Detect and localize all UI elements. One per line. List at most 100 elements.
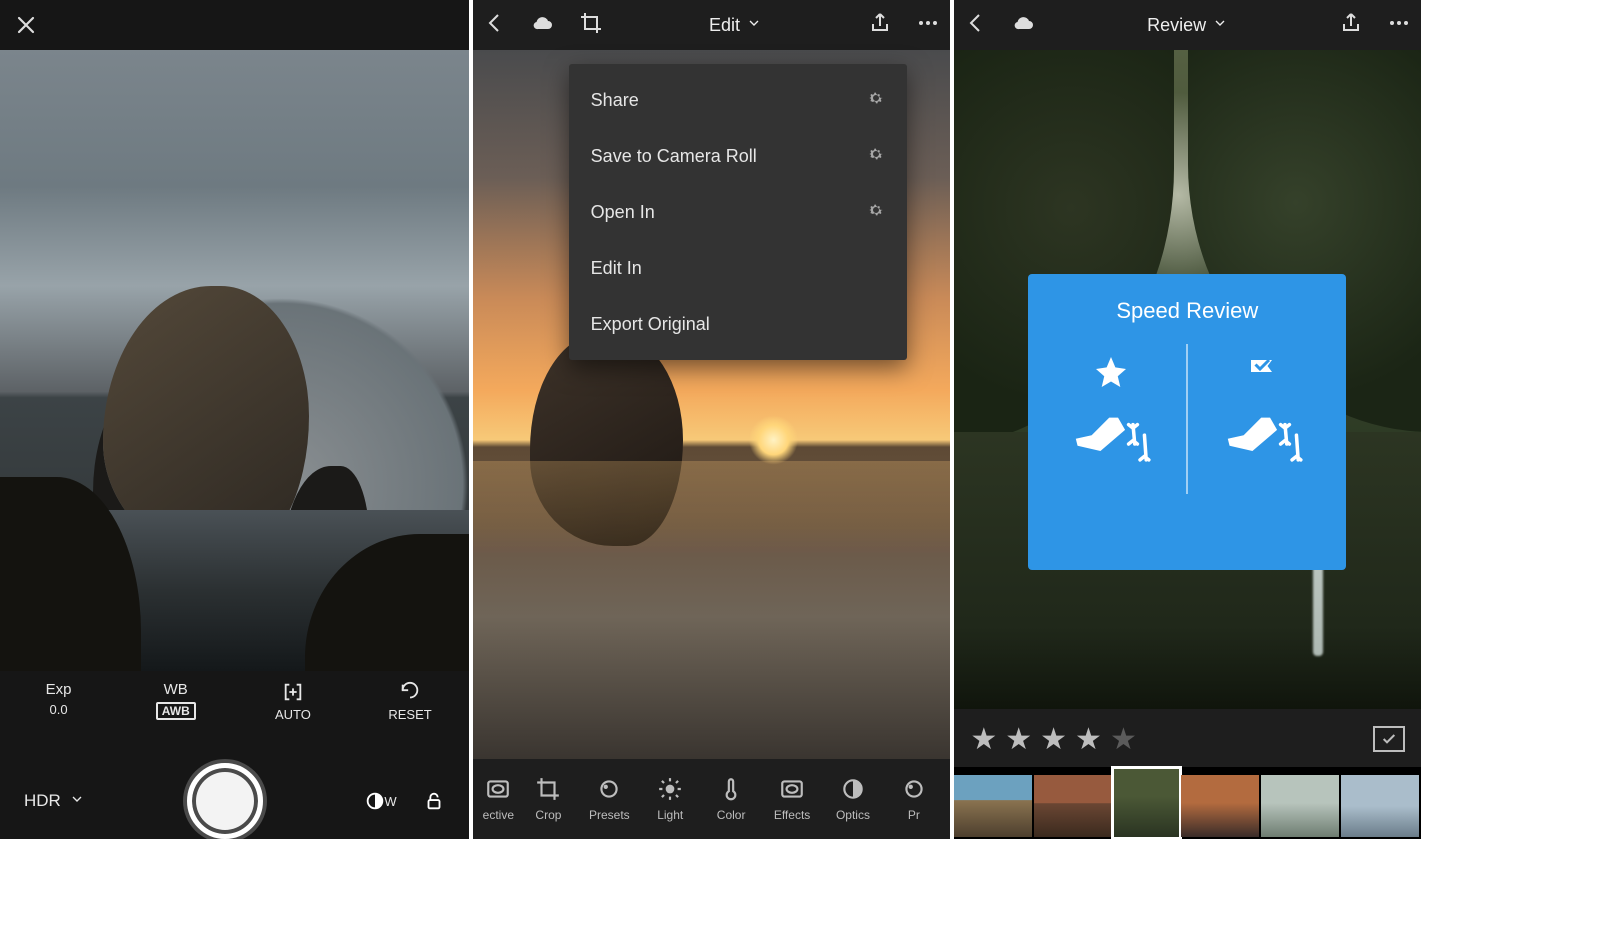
more-icon[interactable] [1387, 11, 1411, 40]
shutter-button[interactable] [187, 763, 263, 839]
tool-label: Optics [836, 808, 870, 822]
tool-icon [779, 776, 805, 802]
edit-tool[interactable]: Crop [518, 776, 579, 822]
star-icon[interactable]: ★ [970, 722, 997, 757]
tool-label: Presets [589, 808, 630, 822]
close-icon[interactable] [14, 13, 38, 37]
reset-label: RESET [388, 707, 431, 722]
gear-icon[interactable] [867, 89, 885, 112]
edit-screen: Edit Share Save to Camera Roll Open In Edit… [469, 0, 955, 839]
swipe-gesture-icon [1067, 408, 1155, 485]
edit-toolbar: ective Crop Presets Light Color Effects Optics… [473, 759, 951, 839]
share-menu: Share Save to Camera Roll Open In Edit In Ex… [569, 64, 907, 360]
star-icon[interactable]: ★ [1075, 722, 1102, 757]
menu-item-label: Save to Camera Roll [591, 146, 757, 167]
menu-item[interactable]: Edit In [569, 240, 907, 296]
lock-icon[interactable] [423, 790, 445, 812]
capture-mode-picker[interactable]: HDR [24, 791, 85, 812]
star-icon [1093, 354, 1129, 390]
overlay-title: Speed Review [1116, 298, 1258, 324]
crop-overlay-icon[interactable] [579, 11, 603, 40]
tool-label: Crop [535, 808, 561, 822]
exposure-label: Exp [46, 681, 72, 698]
menu-item-label: Share [591, 90, 639, 111]
lens-icon [364, 790, 386, 812]
camera-viewfinder [0, 50, 469, 671]
gear-icon[interactable] [867, 201, 885, 224]
tool-icon [485, 776, 511, 802]
bracket-focus-icon [282, 681, 304, 703]
tool-label: ective [483, 808, 514, 822]
tool-icon [596, 776, 622, 802]
tool-icon [901, 776, 927, 802]
thumbnail[interactable] [1034, 775, 1112, 837]
chevron-down-icon [1212, 15, 1228, 36]
swipe-gesture-icon [1219, 408, 1307, 485]
edit-tool[interactable]: ective [479, 776, 518, 822]
star-icon[interactable]: ★ [1005, 722, 1032, 757]
menu-item[interactable]: Open In [569, 184, 907, 240]
star-rating[interactable]: ★★★★★ [970, 722, 1137, 757]
menu-item-label: Edit In [591, 258, 642, 279]
capture-mode-label: HDR [24, 791, 61, 811]
thumbnail[interactable] [1341, 775, 1419, 837]
tool-icon [535, 776, 561, 802]
cloud-sync-icon[interactable] [531, 11, 555, 40]
menu-item[interactable]: Export Original [569, 296, 907, 352]
tool-label: Color [717, 808, 746, 822]
star-icon[interactable]: ★ [1040, 722, 1067, 757]
review-screen: Review Speed Review [954, 0, 1421, 839]
flag-toggle[interactable] [1373, 726, 1405, 752]
speed-review-overlay: Speed Review [1028, 274, 1346, 570]
cloud-sync-icon[interactable] [1012, 11, 1036, 40]
back-icon[interactable] [483, 11, 507, 40]
chevron-down-icon [746, 15, 762, 36]
tool-icon [718, 776, 744, 802]
view-picker[interactable]: Edit [709, 15, 762, 36]
view-title: Review [1147, 15, 1206, 36]
reset-control[interactable]: RESET [365, 681, 455, 722]
thumbnail-selected[interactable] [1114, 769, 1179, 837]
view-title: Edit [709, 15, 740, 36]
balance-toggle[interactable]: W [364, 790, 396, 812]
focus-control[interactable]: AUTO [248, 681, 338, 722]
share-icon[interactable] [868, 11, 892, 40]
flag-checked-icon [1245, 354, 1281, 390]
menu-item-label: Export Original [591, 314, 710, 335]
menu-item-label: Open In [591, 202, 655, 223]
edit-tool[interactable]: Optics [823, 776, 884, 822]
whitebalance-control[interactable]: WB AWB [131, 681, 221, 720]
menu-item[interactable]: Save to Camera Roll [569, 128, 907, 184]
edit-tool[interactable]: Color [701, 776, 762, 822]
share-icon[interactable] [1339, 11, 1363, 40]
wb-label: WB [164, 681, 188, 698]
thumbnail[interactable] [954, 775, 1032, 837]
exposure-value: 0.0 [50, 702, 68, 717]
thumbnail[interactable] [1261, 775, 1339, 837]
edit-tool[interactable]: Presets [579, 776, 640, 822]
wb-value: AWB [156, 702, 196, 720]
filmstrip[interactable] [954, 767, 1421, 839]
tool-icon [657, 776, 683, 802]
gear-icon[interactable] [867, 145, 885, 168]
balance-toggle-label: W [384, 794, 396, 809]
tool-label: Pr [908, 808, 920, 822]
view-picker[interactable]: Review [1147, 15, 1228, 36]
tool-icon [840, 776, 866, 802]
tool-label: Effects [774, 808, 810, 822]
edit-tool[interactable]: Light [640, 776, 701, 822]
tool-label: Light [657, 808, 683, 822]
camera-screen: Exp 0.0 WB AWB AUTO RESET HDR [0, 0, 469, 839]
chevron-down-icon [69, 791, 85, 812]
edit-tool[interactable]: Effects [762, 776, 823, 822]
flag-gesture-hint [1188, 354, 1338, 485]
menu-item[interactable]: Share [569, 72, 907, 128]
exposure-control[interactable]: Exp 0.0 [14, 681, 104, 717]
edit-tool[interactable]: Pr [883, 776, 944, 822]
thumbnail[interactable] [1181, 775, 1259, 837]
focus-label: AUTO [275, 707, 311, 722]
back-icon[interactable] [964, 11, 988, 40]
star-icon[interactable]: ★ [1110, 722, 1137, 757]
more-icon[interactable] [916, 11, 940, 40]
rating-gesture-hint [1036, 354, 1186, 485]
